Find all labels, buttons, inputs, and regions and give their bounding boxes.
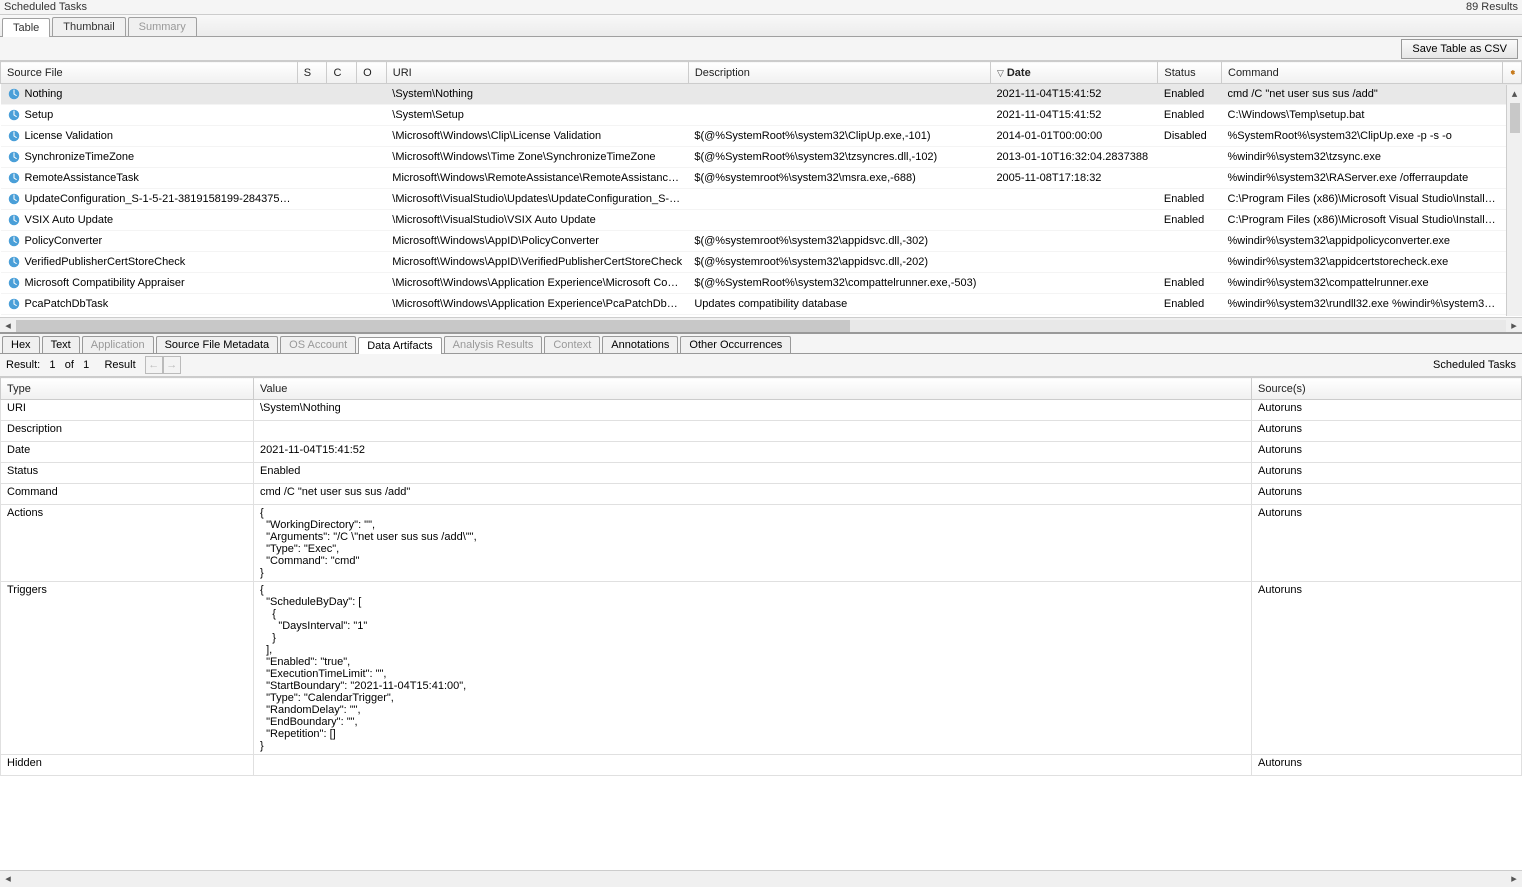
scroll-right-icon[interactable]: ▸ — [1506, 318, 1522, 334]
tab-data-artifacts[interactable]: Data Artifacts — [358, 337, 441, 354]
tab-hex[interactable]: Hex — [2, 336, 40, 353]
next-result-button: → — [163, 356, 181, 374]
col-description[interactable]: Description — [688, 62, 990, 84]
title-bar: Scheduled Tasks 89 Results — [0, 0, 1522, 15]
tab-table[interactable]: Table — [2, 18, 50, 37]
main-table-scroll[interactable]: Source File S C O URI Description ▽Date … — [0, 61, 1522, 317]
detail-row[interactable]: Commandcmd /C "net user sus sus /add"Aut… — [1, 484, 1522, 505]
content-viewer-tabs: Hex Text Application Source File Metadat… — [0, 333, 1522, 354]
detail-row[interactable]: Triggers{ "ScheduleByDay": [ { "DaysInte… — [1, 582, 1522, 755]
col-command[interactable]: Command — [1222, 62, 1503, 84]
detail-row[interactable]: StatusEnabledAutoruns — [1, 463, 1522, 484]
detail-scroll-left-icon[interactable]: ◂ — [0, 871, 16, 887]
table-row[interactable]: Setup\System\Setup2021-11-04T15:41:52Ena… — [1, 105, 1522, 126]
tab-annotations[interactable]: Annotations — [602, 336, 678, 353]
col-settings[interactable] — [1502, 62, 1521, 84]
task-icon — [7, 234, 21, 248]
task-icon — [7, 297, 21, 311]
result-nav-bar: Result: 1 of 1 Result ← → Scheduled Task… — [0, 354, 1522, 377]
task-icon — [7, 108, 21, 122]
detail-row[interactable]: Date2021-11-04T15:41:52Autoruns — [1, 442, 1522, 463]
table-row[interactable]: PcaPatchDbTask\Microsoft\Windows\Applica… — [1, 294, 1522, 315]
col-date[interactable]: ▽Date — [990, 62, 1157, 84]
task-icon — [7, 192, 21, 206]
table-row[interactable]: VerifiedPublisherCertStoreCheckMicrosoft… — [1, 252, 1522, 273]
task-icon — [7, 87, 21, 101]
tab-text[interactable]: Text — [42, 336, 80, 353]
main-table-wrap: Source File S C O URI Description ▽Date … — [0, 61, 1522, 333]
task-icon — [7, 213, 21, 227]
col-c[interactable]: C — [327, 62, 357, 84]
table-row[interactable]: Microsoft Compatibility Appraiser\Micros… — [1, 273, 1522, 294]
detail-table: Type Value Source(s) URI\System\NothingA… — [0, 377, 1522, 776]
vertical-scrollbar[interactable]: ▴ — [1506, 85, 1522, 316]
col-status[interactable]: Status — [1158, 62, 1222, 84]
sort-descending-icon: ▽ — [997, 68, 1004, 78]
tab-summary: Summary — [128, 17, 197, 36]
task-icon — [7, 255, 21, 269]
tab-other-occurrences[interactable]: Other Occurrences — [680, 336, 791, 353]
table-row[interactable]: PolicyConverterMicrosoft\Windows\AppID\P… — [1, 231, 1522, 252]
detail-col-sources[interactable]: Source(s) — [1252, 378, 1522, 400]
result-count: 89 Results — [1466, 1, 1518, 13]
window-title: Scheduled Tasks — [4, 1, 87, 13]
task-icon — [7, 150, 21, 164]
detail-panel[interactable]: Type Value Source(s) URI\System\NothingA… — [0, 377, 1522, 870]
detail-row[interactable]: HiddenAutoruns — [1, 755, 1522, 776]
detail-col-value[interactable]: Value — [254, 378, 1252, 400]
table-row[interactable]: SynchronizeTimeZone\Microsoft\Windows\Ti… — [1, 147, 1522, 168]
prev-result-button: ← — [145, 356, 163, 374]
detail-col-type[interactable]: Type — [1, 378, 254, 400]
tab-context: Context — [544, 336, 600, 353]
col-uri[interactable]: URI — [386, 62, 688, 84]
task-icon — [7, 276, 21, 290]
table-settings-icon — [1509, 67, 1515, 79]
toolbar: Save Table as CSV — [0, 37, 1522, 61]
tab-analysis-results: Analysis Results — [444, 336, 543, 353]
table-row[interactable]: License Validation\Microsoft\Windows\Cli… — [1, 126, 1522, 147]
scrollbar-thumb[interactable] — [1510, 103, 1520, 133]
table-row[interactable]: Nothing\System\Nothing2021-11-04T15:41:5… — [1, 84, 1522, 105]
table-row[interactable]: VSIX Auto Update\Microsoft\VisualStudio\… — [1, 210, 1522, 231]
scroll-up-icon[interactable]: ▴ — [1507, 85, 1522, 101]
table-row[interactable]: RemoteAssistanceTaskMicrosoft\Windows\Re… — [1, 168, 1522, 189]
task-icon — [7, 171, 21, 185]
result-label: Result: — [6, 359, 40, 371]
tab-source-file-metadata[interactable]: Source File Metadata — [156, 336, 279, 353]
save-table-csv-button[interactable]: Save Table as CSV — [1401, 39, 1518, 59]
detail-scroll-right-icon[interactable]: ▸ — [1506, 871, 1522, 887]
detail-row[interactable]: URI\System\NothingAutoruns — [1, 400, 1522, 421]
view-tabs: Table Thumbnail Summary — [0, 15, 1522, 37]
detail-horizontal-scrollbar[interactable]: ◂ ▸ — [0, 870, 1522, 886]
table-row[interactable]: UpdateConfiguration_S-1-5-21-3819158199-… — [1, 189, 1522, 210]
result-category-label: Scheduled Tasks — [1433, 359, 1516, 371]
main-table: Source File S C O URI Description ▽Date … — [0, 61, 1522, 317]
result-index: 1 — [49, 359, 55, 371]
scroll-left-icon[interactable]: ◂ — [0, 318, 16, 334]
detail-row[interactable]: Actions{ "WorkingDirectory": "", "Argume… — [1, 505, 1522, 582]
task-icon — [7, 129, 21, 143]
col-s[interactable]: S — [297, 62, 327, 84]
detail-row[interactable]: DescriptionAutoruns — [1, 421, 1522, 442]
tab-thumbnail[interactable]: Thumbnail — [52, 17, 125, 36]
tab-os-account: OS Account — [280, 336, 356, 353]
col-source-file[interactable]: Source File — [1, 62, 298, 84]
app-window: Scheduled Tasks 89 Results Table Thumbna… — [0, 0, 1522, 886]
hscroll-thumb[interactable] — [16, 320, 850, 332]
horizontal-scrollbar[interactable]: ◂ ▸ — [0, 317, 1522, 333]
col-o[interactable]: O — [357, 62, 387, 84]
tab-application: Application — [82, 336, 154, 353]
result-total: 1 — [83, 359, 89, 371]
